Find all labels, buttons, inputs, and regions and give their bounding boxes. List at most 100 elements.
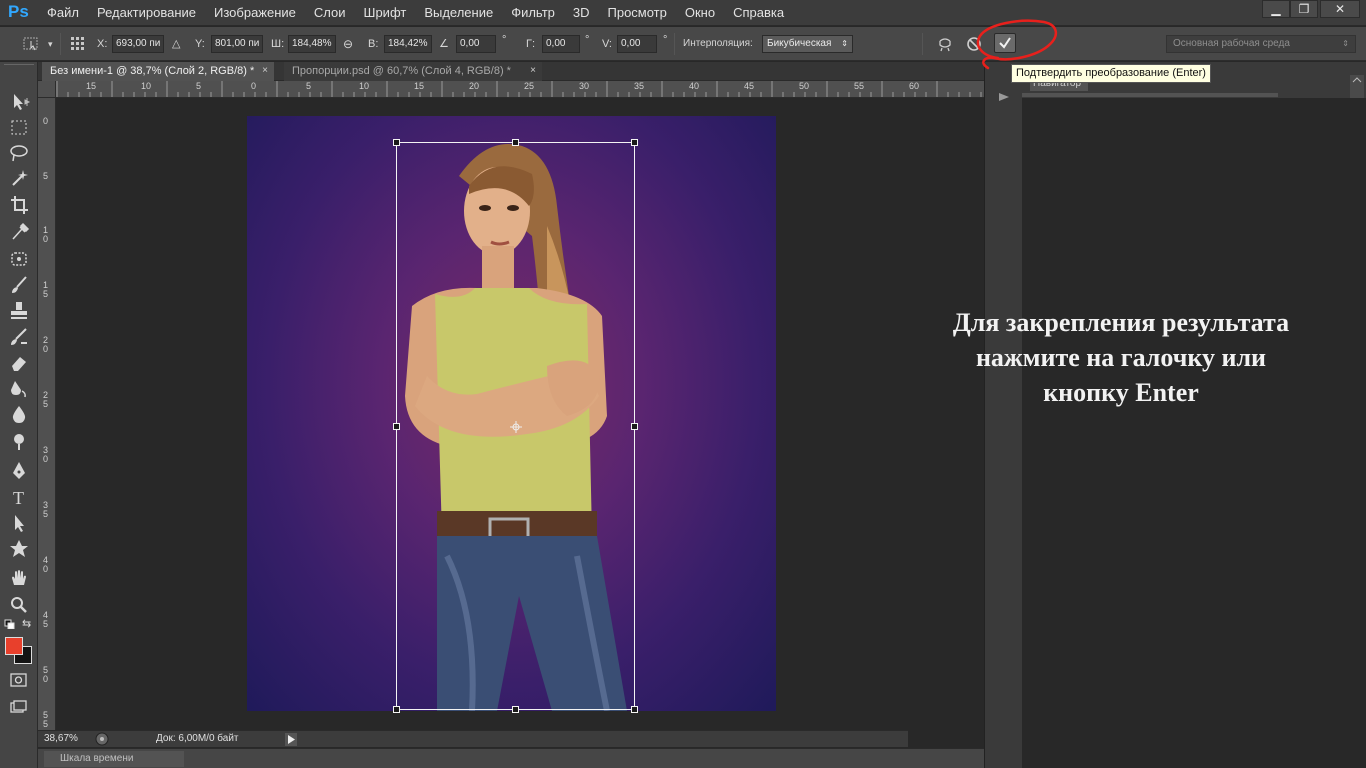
free-transform-bounding-box[interactable]: [393, 139, 638, 713]
menu-view[interactable]: Просмотр: [608, 5, 667, 20]
horizontal-ruler[interactable]: 15 10 5 0 5 10 15 20 25 30 35 40 45 50 5…: [56, 81, 984, 98]
stamp-icon[interactable]: [6, 299, 32, 323]
menu-window[interactable]: Окно: [685, 5, 715, 20]
options-bar: ▾ X: 693,00 пи △ Y: 801,00 пи Ш: 184,48%…: [0, 27, 1366, 61]
ruler-label: 40: [689, 81, 700, 91]
dodge-icon[interactable]: [6, 429, 32, 453]
menu-help[interactable]: Справка: [733, 5, 784, 20]
ruler-label: 4 0: [43, 555, 49, 574]
lasso-icon[interactable]: [6, 141, 32, 165]
tools-panel: T ⇆: [0, 62, 38, 768]
expand-panel-icon[interactable]: [997, 92, 1011, 102]
hand-icon[interactable]: [6, 567, 32, 591]
transform-handle-top-right[interactable]: [631, 139, 638, 146]
v-skew-label: V:: [602, 38, 612, 50]
default-colors-icon[interactable]: [4, 619, 16, 629]
confirm-transform-button[interactable]: [994, 33, 1016, 53]
crop-icon[interactable]: [6, 193, 32, 217]
menu-filter[interactable]: Фильтр: [511, 5, 555, 20]
foreground-color[interactable]: [5, 637, 23, 655]
restore-button[interactable]: ❐: [1290, 0, 1318, 18]
shape-icon[interactable]: [6, 537, 32, 561]
y-field[interactable]: 801,00 пи: [211, 35, 263, 53]
h-skew-field[interactable]: 0,00: [542, 35, 580, 53]
canvas-area[interactable]: [57, 99, 984, 730]
tab-document-1[interactable]: Без имени-1 @ 38,7% (Слой 2, RGB/8) * ×: [42, 62, 274, 81]
height-field[interactable]: 184,42%: [384, 35, 432, 53]
y-label: Y:: [195, 38, 205, 50]
healing-icon[interactable]: [6, 247, 32, 271]
zoom-icon[interactable]: [6, 593, 32, 617]
ruler-label: 2 0: [43, 335, 49, 354]
menu-type[interactable]: Шрифт: [364, 5, 407, 20]
interpolation-value: Бикубическая: [767, 38, 832, 49]
transform-tool-icon[interactable]: [22, 36, 40, 52]
close-icon[interactable]: ×: [262, 62, 268, 80]
instruction-caption: Для закрепления результата нажмите на га…: [906, 305, 1336, 410]
blur-icon[interactable]: [6, 403, 32, 427]
width-field[interactable]: 184,48%: [288, 35, 336, 53]
separator: [60, 33, 61, 55]
x-field[interactable]: 693,00 пи: [112, 35, 164, 53]
cancel-transform-icon[interactable]: [966, 36, 982, 52]
close-button[interactable]: ✕: [1320, 0, 1360, 18]
marquee-icon[interactable]: [6, 116, 32, 140]
screen-mode-icon[interactable]: [10, 700, 28, 714]
interpolation-select[interactable]: Бикубическая ⇕: [762, 35, 853, 53]
ruler-origin[interactable]: [38, 81, 56, 98]
menu-file[interactable]: Файл: [47, 5, 79, 20]
brush-icon[interactable]: [6, 273, 32, 297]
instruction-line: нажмите на галочку или: [975, 343, 1267, 372]
interpolation-label: Интерполяция:: [683, 38, 753, 49]
close-icon[interactable]: ×: [530, 62, 536, 80]
transform-handle-bottom[interactable]: [512, 706, 519, 713]
pen-icon[interactable]: [6, 459, 32, 483]
transform-handle-bottom-left[interactable]: [393, 706, 400, 713]
status-menu-arrow-icon[interactable]: [285, 733, 297, 746]
move-icon[interactable]: [6, 90, 32, 114]
panel-scrollbar[interactable]: [1350, 75, 1364, 98]
document-size-info: Док: 6,00M/0 байт: [156, 733, 239, 744]
transform-handle-right[interactable]: [631, 423, 638, 430]
transform-center-icon[interactable]: [510, 421, 522, 433]
timeline-tab[interactable]: Шкала времени: [44, 751, 184, 767]
type-icon[interactable]: T: [6, 485, 32, 509]
ruler-label: 5: [43, 171, 49, 181]
angle-field[interactable]: 0,00: [456, 35, 496, 53]
share-icon[interactable]: [95, 732, 109, 746]
reference-point-icon[interactable]: [69, 36, 87, 52]
history-brush-icon[interactable]: [6, 325, 32, 349]
zoom-level[interactable]: 38,67%: [44, 732, 90, 746]
ruler-label: 3 5: [43, 500, 49, 519]
eyedropper-icon[interactable]: [6, 219, 32, 243]
eraser-icon[interactable]: [6, 351, 32, 375]
delta-icon[interactable]: △: [172, 27, 180, 61]
transform-handle-top-left[interactable]: [393, 139, 400, 146]
ruler-label: 4 5: [43, 610, 49, 629]
workspace-select[interactable]: Основная рабочая среда ⇕: [1166, 35, 1356, 53]
warp-icon[interactable]: [936, 35, 954, 53]
menu-edit[interactable]: Редактирование: [97, 5, 196, 20]
minimize-button[interactable]: ▁: [1262, 0, 1290, 18]
menu-image[interactable]: Изображение: [214, 5, 296, 20]
v-skew-field[interactable]: 0,00: [617, 35, 657, 53]
link-icon[interactable]: ⊖: [343, 27, 353, 61]
vertical-ruler[interactable]: 0 5 1 0 1 5 2 0 2 5 3 0 3 5 4 0 4 5 5 0 …: [38, 98, 56, 730]
transform-handle-left[interactable]: [393, 423, 400, 430]
menu-layers[interactable]: Слои: [314, 5, 346, 20]
tab-document-2[interactable]: Пропорции.psd @ 60,7% (Слой 4, RGB/8) * …: [284, 62, 542, 81]
quick-mask-icon[interactable]: [10, 673, 28, 687]
angle-icon: ∠: [439, 38, 449, 50]
transform-handle-bottom-right[interactable]: [631, 706, 638, 713]
path-select-icon[interactable]: [6, 511, 32, 535]
gradient-icon[interactable]: [6, 377, 32, 401]
separator: [922, 33, 923, 55]
magic-wand-icon[interactable]: [6, 166, 32, 190]
tool-preset-arrow-icon[interactable]: ▾: [48, 27, 53, 61]
menu-3d[interactable]: 3D: [573, 5, 590, 20]
ruler-label: 15: [86, 81, 97, 91]
scroll-up-icon[interactable]: [1350, 75, 1364, 85]
menu-select[interactable]: Выделение: [424, 5, 493, 20]
swap-colors-icon[interactable]: ⇆: [22, 617, 31, 630]
transform-handle-top[interactable]: [512, 139, 519, 146]
